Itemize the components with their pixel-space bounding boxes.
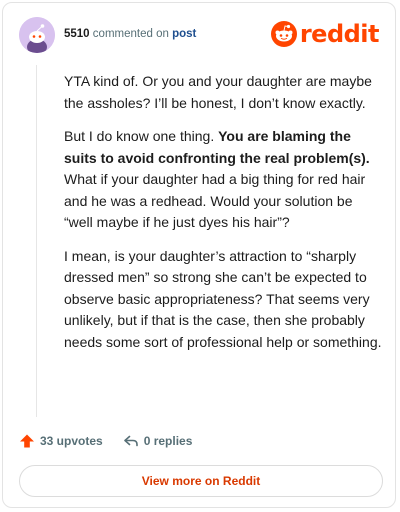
commented-on-text: commented on [92,28,169,40]
upvote-arrow-icon [20,434,34,448]
reply-button[interactable]: 0 replies [123,433,193,449]
username[interactable]: 5510 [64,28,90,40]
comment-paragraph: I mean, is your daughter’s attraction to… [64,247,382,350]
reply-arrow-icon [123,435,138,447]
comment-embed-card: 5510 commented on post reddit YTA kind o… [2,2,396,508]
upvote-count: 33 upvotes [40,434,103,448]
comment-meta: 5510 commented on post [64,28,196,40]
reddit-wordmark: reddit [299,20,380,48]
comment-paragraph: But I do know one thing. You are blaming… [64,126,382,234]
comment-body: YTA kind of. Or you and your daughter ar… [64,71,382,365]
view-more-button[interactable]: View more on Reddit [19,465,383,497]
reddit-snoo-icon [270,21,297,47]
post-link[interactable]: post [172,28,196,40]
reply-count: 0 replies [143,434,193,448]
reddit-logo[interactable]: reddit [270,19,380,49]
thread-line [36,65,37,417]
comment-paragraph: YTA kind of. Or you and your daughter ar… [64,73,372,111]
paragraph-text: But I do know one thing. [64,128,219,144]
comment-actions: 33 upvotes 0 replies [19,431,212,451]
comment-header: 5510 commented on post reddit [19,17,380,55]
user-avatar[interactable] [19,17,55,53]
paragraph-text: What if your daughter had a big thing fo… [64,171,366,230]
upvote-button[interactable]: 33 upvotes [19,433,103,449]
